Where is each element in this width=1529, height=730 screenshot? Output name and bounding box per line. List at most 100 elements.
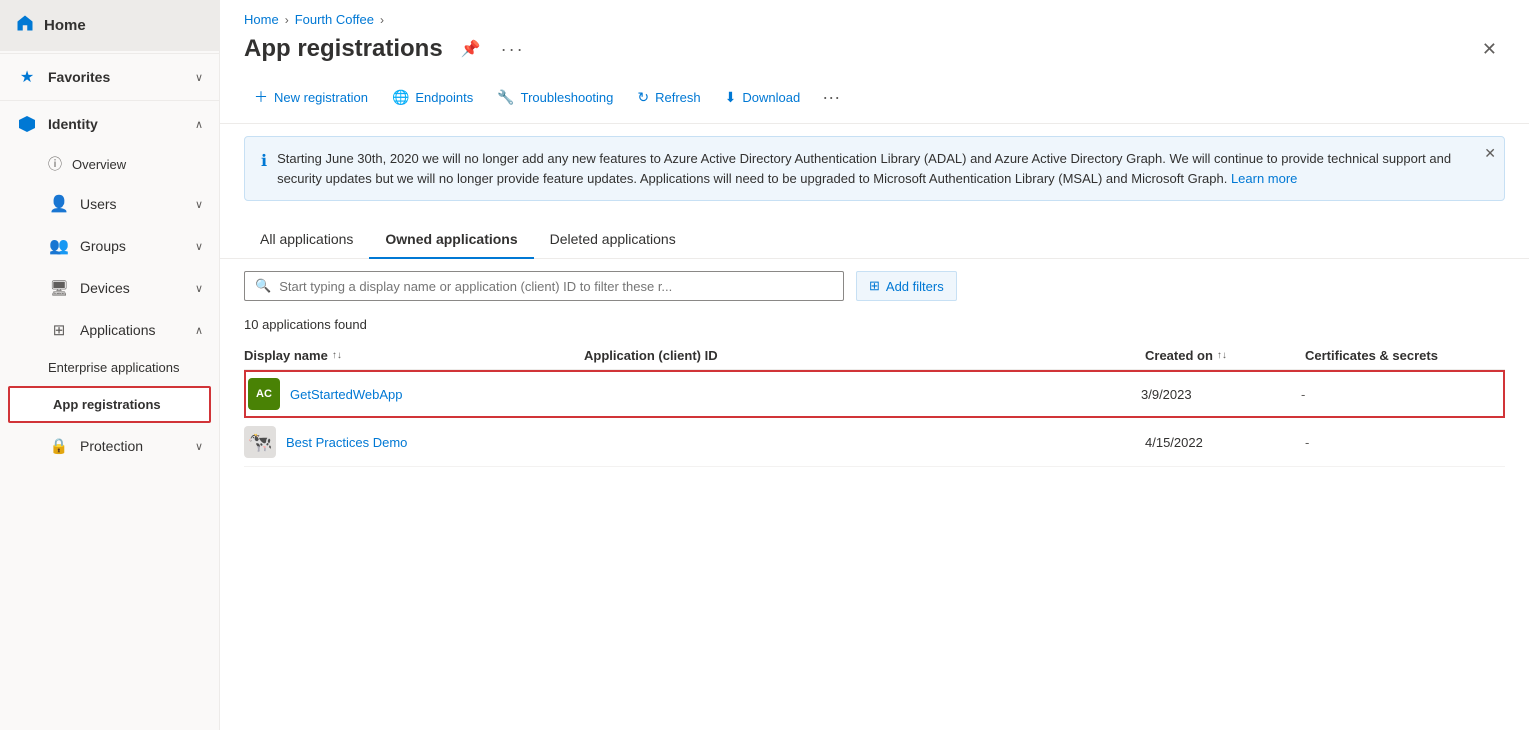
search-box[interactable]: 🔍: [244, 271, 844, 301]
main-content: Home › Fourth Coffee › App registrations…: [220, 0, 1529, 730]
col-certs: Certificates & secrets: [1305, 348, 1505, 363]
app-link-2[interactable]: Best Practices Demo: [286, 435, 407, 450]
sidebar-users[interactable]: 👤 Users ∨: [0, 183, 219, 225]
alert-text: Starting June 30th, 2020 we will no long…: [277, 149, 1488, 188]
app-avatar-2: 🐄: [244, 426, 276, 458]
users-icon: 👤: [48, 193, 70, 215]
breadcrumb: Home › Fourth Coffee ›: [220, 0, 1529, 31]
breadcrumb-sep1: ›: [285, 13, 289, 27]
endpoints-label: Endpoints: [415, 90, 473, 105]
learn-more-link[interactable]: Learn more: [1231, 171, 1297, 186]
sidebar-identity[interactable]: Identity ∧: [0, 103, 219, 145]
tabs: All applications Owned applications Dele…: [220, 221, 1529, 259]
sidebar-protection[interactable]: 🔒 Protection ∨: [0, 425, 219, 467]
devices-label: Devices: [80, 280, 195, 296]
table-header: Display name ↑↓ Application (client) ID …: [244, 342, 1505, 370]
breadcrumb-sep2: ›: [380, 13, 384, 27]
app-name-cell-1: AC GetStartedWebApp: [248, 378, 588, 410]
tab-owned-applications[interactable]: Owned applications: [369, 221, 533, 259]
identity-icon: [16, 113, 38, 135]
search-input[interactable]: [279, 279, 833, 294]
applications-chevron: ∧: [195, 324, 203, 337]
groups-icon: 👥: [48, 235, 70, 257]
download-icon: ⬇: [725, 89, 737, 106]
close-button[interactable]: ✕: [1474, 37, 1505, 62]
tab-all-applications[interactable]: All applications: [244, 221, 369, 259]
breadcrumb-org[interactable]: Fourth Coffee: [295, 12, 374, 27]
page-title-icons: 📌 ···: [457, 37, 529, 62]
applications-label: Applications: [80, 322, 195, 338]
identity-label: Identity: [48, 116, 195, 132]
filter-row: 🔍 ⊞ Add filters: [220, 259, 1529, 313]
wrench-icon: 🔧: [497, 89, 514, 106]
app-name-cell-2: 🐄 Best Practices Demo: [244, 426, 584, 458]
overview-icon: ⓘ: [48, 154, 62, 174]
page-title: App registrations: [244, 35, 443, 63]
new-registration-button[interactable]: ＋ New registration: [244, 81, 378, 113]
sidebar-devices[interactable]: 🖥 Devices ∨: [0, 267, 219, 309]
app-link-1[interactable]: GetStartedWebApp: [290, 387, 403, 402]
chevron-down-icon: ∨: [195, 71, 203, 84]
sidebar-favorites[interactable]: ★ Favorites ∨: [0, 56, 219, 98]
table-row: AC GetStartedWebApp 3/9/2023 -: [244, 370, 1505, 418]
filter-icon: ⊞: [869, 278, 880, 294]
users-label: Users: [80, 196, 195, 212]
groups-label: Groups: [80, 238, 195, 254]
protection-chevron: ∨: [195, 440, 203, 453]
col-display-name[interactable]: Display name ↑↓: [244, 348, 584, 363]
col-created-on[interactable]: Created on ↑↓: [1145, 348, 1305, 363]
new-registration-label: New registration: [274, 90, 368, 105]
pin-button[interactable]: 📌: [457, 37, 485, 61]
col-app-id: Application (client) ID: [584, 348, 1145, 363]
table-row: 🐄 Best Practices Demo 4/15/2022 -: [244, 418, 1505, 467]
sidebar-overview[interactable]: ⓘ Overview: [0, 145, 219, 183]
page-header: App registrations 📌 ··· ✕: [220, 31, 1529, 75]
more-options-button[interactable]: ···: [497, 37, 529, 62]
refresh-label: Refresh: [655, 90, 701, 105]
created-on-2: 4/15/2022: [1145, 435, 1305, 450]
results-section: 10 applications found Display name ↑↓ Ap…: [220, 313, 1529, 730]
sidebar: Home ★ Favorites ∨ Identity ∧ ⓘ Overview…: [0, 0, 220, 730]
results-count: 10 applications found: [244, 317, 1505, 332]
applications-icon: ⊞: [48, 319, 70, 341]
toolbar: ＋ New registration 🌐 Endpoints 🔧 Trouble…: [220, 75, 1529, 124]
endpoints-button[interactable]: 🌐 Endpoints: [382, 83, 483, 112]
refresh-button[interactable]: ↻ Refresh: [627, 83, 710, 112]
overview-label: Overview: [72, 157, 126, 172]
search-icon: 🔍: [255, 278, 271, 294]
created-on-1: 3/9/2023: [1141, 387, 1301, 402]
troubleshooting-label: Troubleshooting: [521, 90, 614, 105]
protection-icon: 🔒: [48, 435, 70, 457]
protection-label: Protection: [80, 438, 195, 454]
users-chevron: ∨: [195, 198, 203, 211]
alert-banner: ℹ Starting June 30th, 2020 we will no lo…: [244, 136, 1505, 201]
breadcrumb-home[interactable]: Home: [244, 12, 279, 27]
page-title-row: App registrations 📌 ···: [244, 35, 529, 63]
toolbar-more-button[interactable]: ···: [814, 83, 848, 112]
app-avatar-1: AC: [248, 378, 280, 410]
devices-chevron: ∨: [195, 282, 203, 295]
sort-display-name-icon: ↑↓: [332, 350, 342, 361]
enterprise-apps-label: Enterprise applications: [48, 360, 180, 375]
star-icon: ★: [16, 66, 38, 88]
certs-2: -: [1305, 435, 1505, 450]
globe-icon: 🌐: [392, 89, 409, 106]
download-label: Download: [742, 90, 800, 105]
troubleshooting-button[interactable]: 🔧 Troubleshooting: [487, 83, 623, 112]
sidebar-home[interactable]: Home: [0, 0, 219, 51]
add-filters-button[interactable]: ⊞ Add filters: [856, 271, 957, 301]
favorites-label: Favorites: [48, 69, 195, 85]
download-button[interactable]: ⬇ Download: [715, 83, 811, 112]
alert-close-button[interactable]: ✕: [1484, 145, 1496, 162]
certs-1: -: [1301, 387, 1501, 402]
plus-icon: ＋: [254, 87, 268, 107]
sidebar-groups[interactable]: 👥 Groups ∨: [0, 225, 219, 267]
tab-deleted-applications[interactable]: Deleted applications: [534, 221, 692, 259]
sidebar-app-registrations[interactable]: App registrations: [8, 386, 211, 423]
add-filters-label: Add filters: [886, 279, 944, 294]
sidebar-applications[interactable]: ⊞ Applications ∧: [0, 309, 219, 351]
app-registrations-label: App registrations: [53, 397, 161, 412]
sidebar-enterprise-apps[interactable]: Enterprise applications: [0, 351, 219, 384]
sidebar-home-label: Home: [44, 17, 86, 34]
info-icon: ℹ: [261, 151, 267, 171]
